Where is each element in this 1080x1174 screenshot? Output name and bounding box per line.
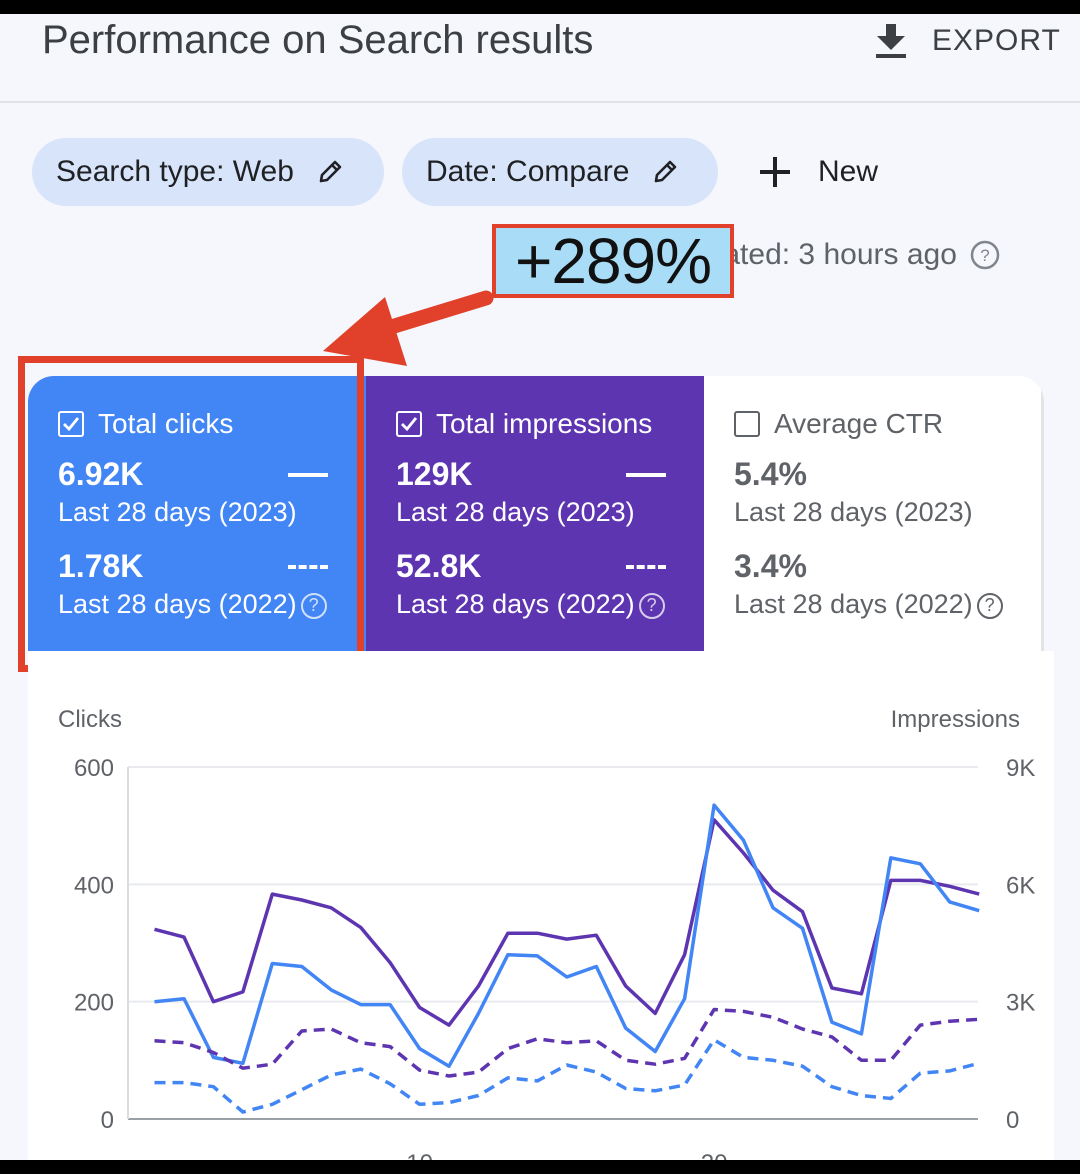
right-tick-label: 6K [1006, 872, 1035, 899]
right-tick-label: 3K [1006, 990, 1035, 1017]
help-icon[interactable]: ? [300, 592, 327, 619]
current-period: Last 28 days (2023) [734, 497, 973, 527]
performance-chart: Clicks Impressions 600 9K 400 6K 200 3K 0 0 10 20 [58, 706, 1035, 1160]
current-period: Last 28 days (2023) [396, 497, 635, 527]
right-tick-label: 0 [1006, 1107, 1019, 1134]
help-icon[interactable]: ? [638, 592, 665, 619]
previous-value: 1.78K [58, 548, 144, 584]
total-impressions-card[interactable]: Total impressions 129K Last 28 days (202… [366, 376, 704, 651]
left-axis-title: Clicks [58, 706, 122, 733]
download-icon [876, 24, 906, 58]
impressions-solid-series-line [154, 818, 980, 1027]
current-value: 6.92K [58, 456, 144, 492]
checked-checkbox-icon[interactable] [396, 411, 422, 437]
unchecked-checkbox-icon[interactable] [734, 411, 760, 437]
left-tick-label: 400 [74, 872, 114, 899]
card-label: Total clicks [98, 408, 234, 439]
svg-text:?: ? [980, 246, 989, 265]
plus-icon [760, 157, 790, 187]
left-tick-label: 200 [74, 990, 114, 1017]
metric-cards: Total clicks 6.92K Last 28 days (2023) 1… [28, 376, 1044, 651]
current-value: 129K [396, 456, 473, 492]
last-updated-status: pdated: 3 hours ago ? [690, 238, 1001, 272]
previous-period: Last 28 days (2022) [734, 589, 973, 619]
current-value: 5.4% [734, 456, 807, 492]
series-lines [154, 803, 980, 1114]
performance-page: Performance on Search results EXPORT Sea… [0, 14, 1080, 1160]
previous-value: 3.4% [734, 548, 807, 584]
left-tick-label: 0 [101, 1107, 114, 1134]
left-tick-label: 600 [74, 755, 114, 782]
solid-line-legend-icon [626, 472, 666, 477]
x-tick-label: 10 [406, 1150, 433, 1160]
new-filter-button[interactable]: New [758, 138, 878, 206]
dashed-line-legend-icon [626, 564, 666, 569]
annotation-arrow [323, 290, 494, 366]
current-period: Last 28 days (2023) [58, 497, 297, 527]
total-clicks-card[interactable]: Total clicks 6.92K Last 28 days (2023) 1… [28, 376, 366, 651]
average-ctr-card[interactable]: Average CTR 5.4% Last 28 days (2023) 3.4… [704, 376, 1044, 651]
card-label: Total impressions [436, 408, 653, 439]
new-filter-label: New [818, 155, 879, 188]
clicks-dashed-series-line [154, 1038, 980, 1114]
previous-period: Last 28 days (2022) [58, 589, 297, 619]
previous-value: 52.8K [396, 548, 482, 584]
right-axis-title: Impressions [891, 706, 1020, 733]
right-tick-label: 9K [1006, 755, 1035, 782]
grid-lines [127, 766, 978, 1120]
solid-line-legend-icon [288, 472, 328, 477]
checked-checkbox-icon[interactable] [58, 411, 84, 437]
help-icon[interactable]: ? [969, 239, 1001, 271]
previous-period: Last 28 days (2022) [396, 589, 635, 619]
help-icon[interactable]: ? [976, 592, 1003, 619]
export-button[interactable]: EXPORT [874, 22, 1061, 60]
edit-pencil-icon[interactable] [651, 158, 679, 186]
export-label: EXPORT [932, 24, 1061, 57]
dashed-line-legend-icon [288, 564, 328, 569]
chart-panel: Clicks Impressions 600 9K 400 6K 200 3K 0 0 10 20 [28, 651, 1054, 1160]
card-label: Average CTR [774, 408, 944, 439]
x-tick-label: 20 [701, 1150, 728, 1160]
clicks-solid-series-line [154, 803, 980, 1068]
change-percentage-badge: +289% [492, 224, 734, 298]
